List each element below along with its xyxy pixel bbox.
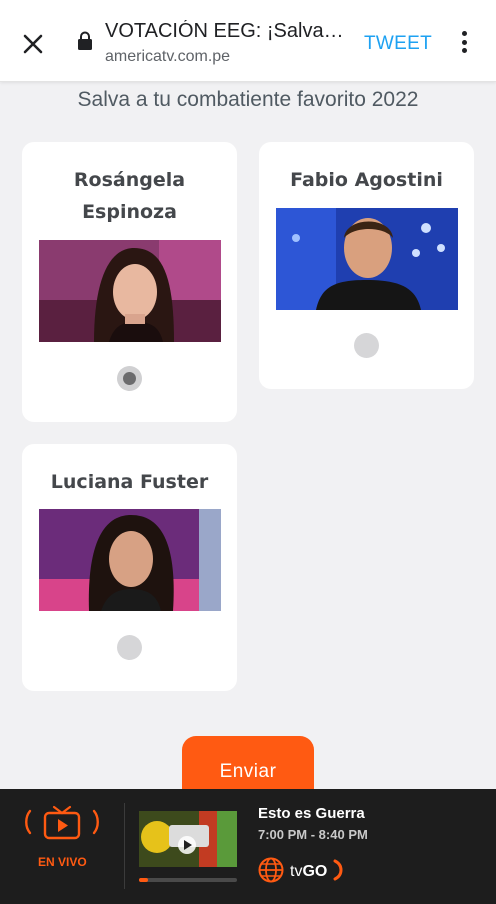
show-thumbnail[interactable]: [139, 811, 237, 867]
divider: [124, 803, 125, 889]
page-url: americatv.com.pe: [105, 48, 231, 65]
more-dot-icon: [461, 39, 467, 45]
close-button[interactable]: [18, 29, 48, 59]
tvgo-arc-icon: [333, 859, 343, 881]
live-stream-bar: EN VIVO Esto es Guerra 7:00 PM - 8:40 PM…: [0, 789, 496, 904]
vote-radio-rosangela[interactable]: [117, 366, 142, 391]
live-tv-icon[interactable]: [22, 803, 102, 841]
contestant-photo: [39, 240, 221, 342]
contestant-name: Rosángela Espinoza: [22, 164, 237, 228]
playback-progress: [139, 878, 237, 882]
portrait-image: [276, 208, 458, 310]
show-thumbnail-image: [139, 811, 237, 867]
more-options-button[interactable]: [452, 29, 476, 55]
contestant-photo: [39, 509, 221, 611]
brand-suffix: GO: [302, 863, 328, 880]
contestant-name: Luciana Fuster: [50, 471, 209, 493]
contestant-photo: [276, 208, 458, 310]
show-title: Esto es Guerra: [258, 805, 365, 822]
browser-toolbar: VOTACIÓN EEG: ¡Salva… americatv.com.pe T…: [0, 0, 496, 82]
more-dot-icon: [461, 31, 467, 36]
globe-icon: [258, 857, 284, 883]
page-title: VOTACIÓN EEG: ¡Salva…: [105, 20, 344, 42]
show-time: 7:00 PM - 8:40 PM: [258, 827, 368, 842]
contestant-name-line: Espinoza: [82, 201, 177, 223]
portrait-image: [39, 240, 221, 342]
more-dot-icon: [461, 48, 467, 53]
contestant-name-line: Rosángela: [73, 169, 186, 191]
contestant-name: Fabio Agostini: [290, 169, 443, 191]
live-label: EN VIVO: [38, 855, 87, 869]
contestant-card-luciana[interactable]: Luciana Fuster: [22, 444, 237, 691]
tweet-button[interactable]: TWEET: [364, 33, 432, 55]
vote-radio-fabio[interactable]: [354, 333, 379, 358]
close-icon: [23, 34, 43, 54]
vote-radio-luciana[interactable]: [117, 635, 142, 660]
poll-heading: Salva a tu combatiente favorito 2022: [77, 88, 419, 111]
contestant-card-rosangela[interactable]: Rosángela Espinoza: [22, 142, 237, 422]
brand-prefix: tv: [290, 863, 303, 880]
tvgo-logo[interactable]: tvGO: [290, 859, 343, 881]
portrait-image: [39, 509, 221, 611]
contestant-card-fabio[interactable]: Fabio Agostini: [259, 142, 474, 389]
playback-progress-fill: [139, 878, 148, 882]
lock-icon: [78, 31, 92, 50]
